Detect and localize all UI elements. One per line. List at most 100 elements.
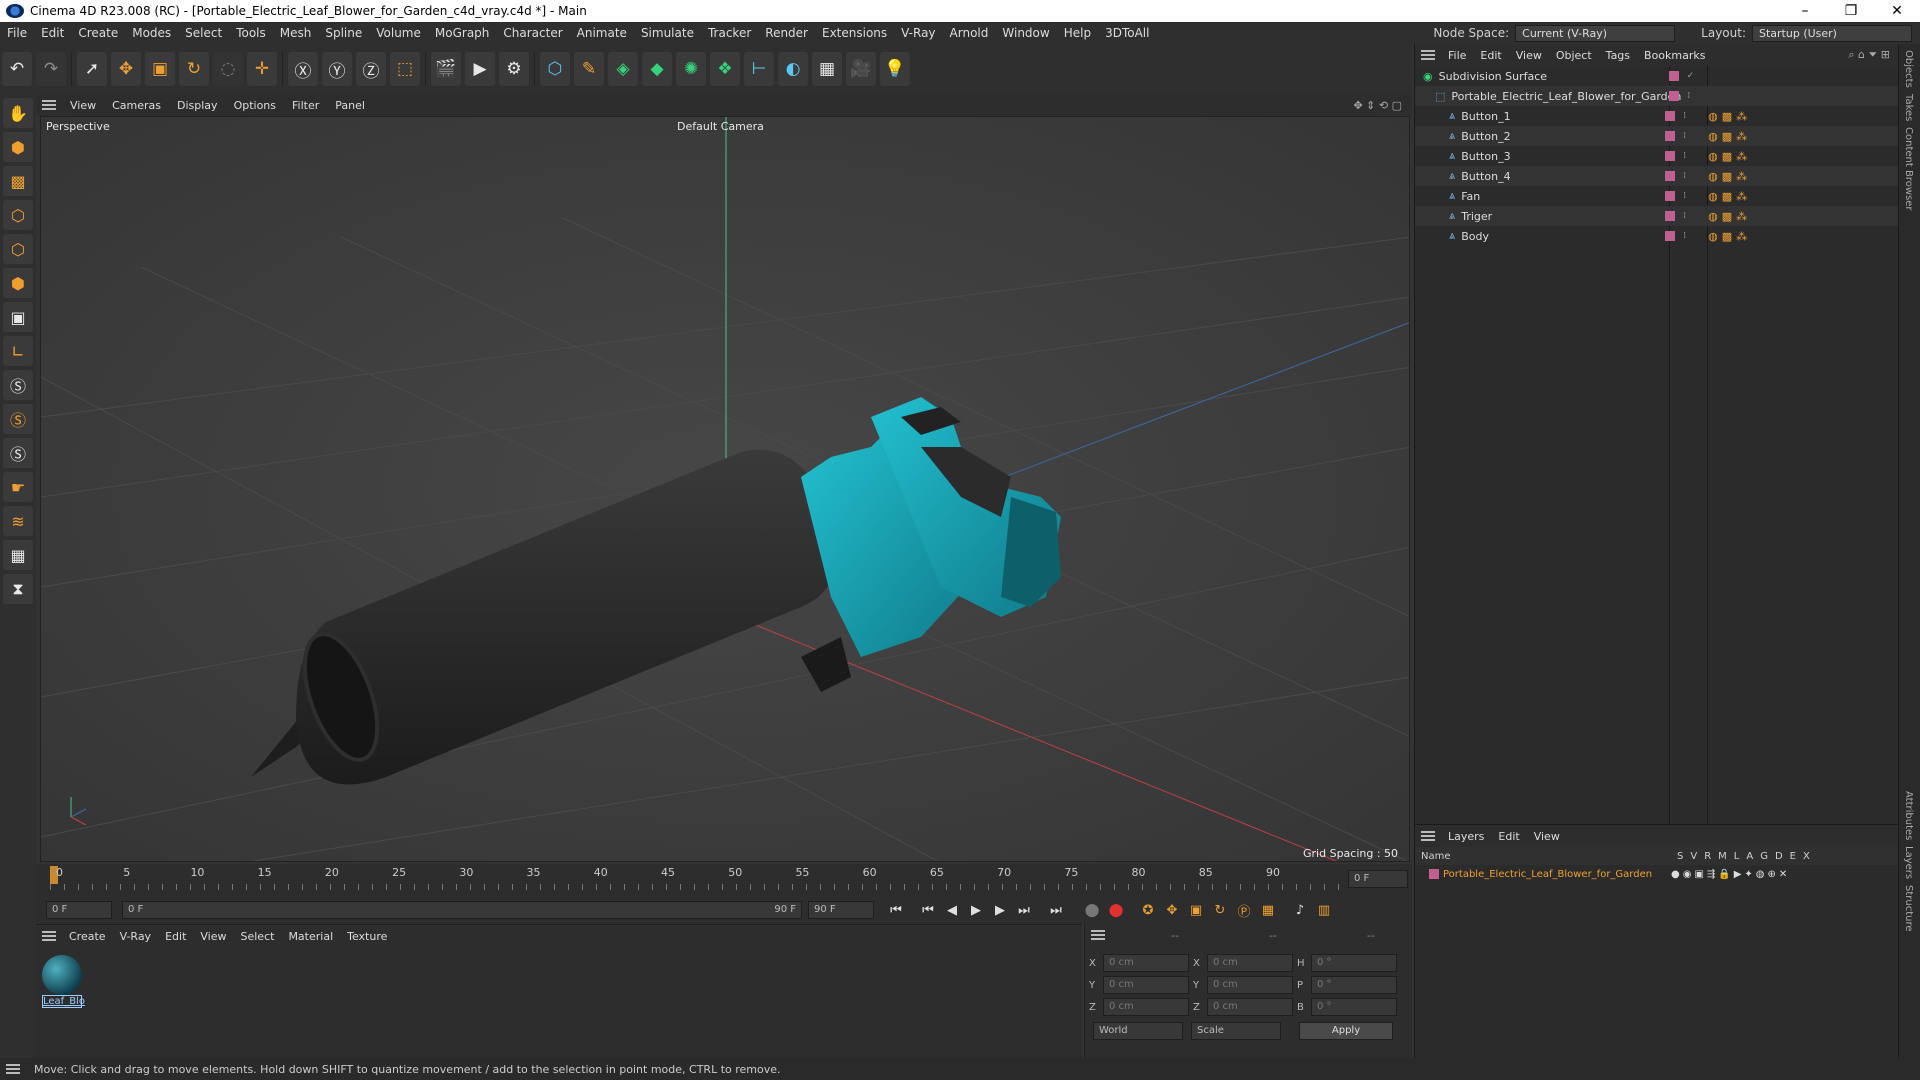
- layer-color-tag[interactable]: [1665, 111, 1676, 121]
- object-row[interactable]: ⩓ Triger ⁞ ◍▩⁂: [1415, 206, 1899, 226]
- texture-mode-icon[interactable]: ▩: [3, 166, 33, 196]
- x-axis-icon[interactable]: Ⓧ: [288, 52, 318, 86]
- timeline-ruler[interactable]: 0 5 10 15 20 25 30 35 40 45 50 55 60 65 70 75 80 85 90 0 F: [36, 864, 1412, 896]
- next-key-icon[interactable]: ⏭: [1012, 899, 1036, 921]
- light-icon[interactable]: 💡: [880, 52, 910, 86]
- menu-tracker[interactable]: Tracker: [701, 26, 758, 40]
- coordinate-system-icon[interactable]: ⬚: [390, 52, 420, 86]
- extrude-icon[interactable]: ◆: [642, 52, 672, 86]
- 3d-viewport[interactable]: Perspective Default Camera Grid Spacing …: [40, 116, 1410, 862]
- material-tag-icons[interactable]: ◍▩⁂: [1708, 210, 1751, 223]
- visibility-dots-icon[interactable]: ⁞: [1687, 91, 1690, 101]
- snap-icon[interactable]: Ⓢ: [3, 370, 33, 400]
- move-tool-icon[interactable]: ✥: [111, 52, 141, 86]
- object-menu-file[interactable]: File: [1441, 49, 1473, 62]
- layer-menu-view[interactable]: View: [1527, 830, 1567, 843]
- material-menu-icon[interactable]: [42, 931, 56, 941]
- prev-key-icon[interactable]: ⏮: [916, 899, 940, 921]
- object-row[interactable]: ⩓ Button_2 ⁞ ◍▩⁂: [1415, 126, 1899, 146]
- interpolation-icon[interactable]: ♪: [1288, 899, 1312, 921]
- coordinates-menu-icon[interactable]: [1091, 930, 1105, 940]
- object-row[interactable]: ⩓ Fan ⁞ ◍▩⁂: [1415, 186, 1899, 206]
- autokey-icon[interactable]: ⬤: [1104, 899, 1128, 921]
- material-swatch[interactable]: Leaf_Blo: [42, 955, 85, 1008]
- snap-settings-icon[interactable]: Ⓢ: [3, 404, 33, 434]
- visibility-dots-icon[interactable]: ⁞: [1683, 131, 1686, 141]
- layer-color-tag[interactable]: [1665, 151, 1676, 161]
- transform-tool-icon[interactable]: ✛: [247, 52, 277, 86]
- layer-row[interactable]: Portable_Electric_Leaf_Blower_for_Garden…: [1415, 865, 1899, 883]
- apply-button[interactable]: Apply: [1299, 1022, 1393, 1040]
- keyframe-selection-icon[interactable]: ✪: [1136, 899, 1160, 921]
- visibility-dots-icon[interactable]: ⁞: [1683, 231, 1686, 241]
- mograph-cloner-icon[interactable]: ❖: [710, 52, 740, 86]
- size-field[interactable]: 0 cm: [1207, 954, 1293, 972]
- key-rotation-icon[interactable]: ↻: [1208, 899, 1232, 921]
- object-menu-object[interactable]: Object: [1549, 49, 1599, 62]
- material-tag-icons[interactable]: ◍▩⁂: [1708, 190, 1751, 203]
- position-field[interactable]: 0 cm: [1103, 976, 1189, 994]
- rotation-field[interactable]: 0 °: [1311, 998, 1397, 1016]
- object-row[interactable]: ⩓ Button_4 ⁞ ◍▩⁂: [1415, 166, 1899, 186]
- size-field[interactable]: 0 cm: [1207, 998, 1293, 1016]
- object-menu-icon[interactable]: [1421, 50, 1435, 60]
- layer-color-tag[interactable]: [1665, 231, 1676, 241]
- menu-arnold[interactable]: Arnold: [943, 26, 996, 40]
- floor-icon[interactable]: ▦: [812, 52, 842, 86]
- menu-mograph[interactable]: MoGraph: [428, 26, 497, 40]
- quantize-icon[interactable]: Ⓢ: [3, 438, 33, 468]
- search-filter-icons[interactable]: ⌕ ⌂ ⏷ ⊞: [1848, 48, 1898, 62]
- make-editable-icon[interactable]: ✋: [3, 98, 33, 128]
- start-frame-field[interactable]: 0 F: [46, 901, 112, 919]
- menu-file[interactable]: File: [0, 26, 34, 40]
- visibility-dots-icon[interactable]: ⁞: [1683, 151, 1686, 161]
- viewport-menu-filter[interactable]: Filter: [284, 99, 327, 112]
- menu-vray[interactable]: V-Ray: [894, 26, 942, 40]
- spline-pen-icon[interactable]: ✎: [574, 52, 604, 86]
- key-parameter-icon[interactable]: Ⓟ: [1232, 899, 1256, 921]
- record-keys-icon[interactable]: ⬤: [1080, 899, 1104, 921]
- camera-icon[interactable]: 🎥: [846, 52, 876, 86]
- visibility-dots-icon[interactable]: ⁞: [1683, 191, 1686, 201]
- menu-modes[interactable]: Modes: [125, 26, 178, 40]
- layer-flag-icons[interactable]: ●◉▣⇶🔒▶✦◍⊕✕: [1671, 869, 1790, 880]
- object-row[interactable]: ⩓ Button_3 ⁞ ◍▩⁂: [1415, 146, 1899, 166]
- layer-menu-layers[interactable]: Layers: [1441, 830, 1491, 843]
- object-menu-edit[interactable]: Edit: [1473, 49, 1508, 62]
- polygons-mode-icon[interactable]: ⬢: [3, 268, 33, 298]
- viewport-nav-icons[interactable]: ✥ ⇕ ⟲ ▢: [1353, 99, 1412, 112]
- object-menu-bookmarks[interactable]: Bookmarks: [1637, 49, 1712, 62]
- undo-icon[interactable]: ↶: [2, 52, 32, 86]
- material-tag-icons[interactable]: ◍▩⁂: [1708, 110, 1751, 123]
- play-icon[interactable]: ▶: [964, 899, 988, 921]
- layer-color-tag[interactable]: [1665, 171, 1676, 181]
- tweak-icon[interactable]: ☛: [3, 472, 33, 502]
- array-icon[interactable]: ✺: [676, 52, 706, 86]
- material-tag-icons[interactable]: ◍▩⁂: [1708, 170, 1751, 183]
- visibility-dots-icon[interactable]: ⁞: [1683, 211, 1686, 221]
- enabled-check-icon[interactable]: ✓: [1687, 71, 1695, 81]
- current-frame-field[interactable]: 0 F: [1348, 870, 1408, 888]
- lock-workplane-icon[interactable]: ⧗: [3, 574, 33, 604]
- viewport-menu-options[interactable]: Options: [226, 99, 284, 112]
- position-field[interactable]: 0 cm: [1103, 998, 1189, 1016]
- menu-volume[interactable]: Volume: [369, 26, 428, 40]
- menu-3dtoall[interactable]: 3DToAll: [1098, 26, 1156, 40]
- tab-attributes[interactable]: Attributes: [1903, 791, 1914, 840]
- layer-menu-icon[interactable]: [1421, 831, 1435, 841]
- menu-spline[interactable]: Spline: [318, 26, 369, 40]
- visibility-dots-icon[interactable]: ⁞: [1683, 111, 1686, 121]
- menu-simulate[interactable]: Simulate: [634, 26, 701, 40]
- menu-select[interactable]: Select: [178, 26, 229, 40]
- grid-icon[interactable]: ▦: [3, 540, 33, 570]
- menu-extensions[interactable]: Extensions: [815, 26, 894, 40]
- maximize-button[interactable]: ❐: [1828, 3, 1874, 19]
- node-space-dropdown[interactable]: Current (V-Ray): [1515, 24, 1676, 42]
- layer-color-tag[interactable]: [1668, 71, 1679, 81]
- render-settings-icon[interactable]: ⚙: [499, 52, 529, 86]
- key-pla-icon[interactable]: ▦: [1256, 899, 1280, 921]
- close-button[interactable]: ✕: [1874, 3, 1920, 19]
- material-menu-create[interactable]: Create: [62, 930, 113, 943]
- material-menu-vray[interactable]: V-Ray: [113, 930, 159, 943]
- viewport-menu-cameras[interactable]: Cameras: [104, 99, 169, 112]
